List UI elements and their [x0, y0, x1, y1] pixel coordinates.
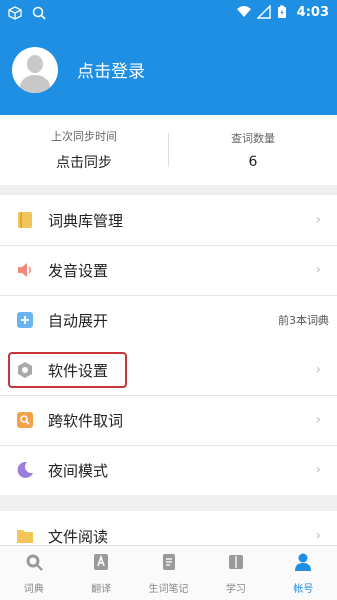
book-icon	[16, 211, 34, 229]
status-bar: 4:03	[0, 0, 337, 24]
tab-translate[interactable]: 翻译	[67, 546, 134, 600]
last-sync-cell[interactable]: 上次同步时间 点击同步	[0, 115, 168, 185]
menu-item-dictionary-library[interactable]: 词典库管理 ›	[0, 195, 337, 245]
wifi-icon	[236, 5, 251, 19]
tab-label: 生词笔记	[148, 583, 189, 595]
menu-group-dictionary: 词典库管理 › 发音设置 › 自动展开 前3本词典 ›	[0, 195, 337, 345]
chevron-right-icon: ›	[315, 362, 321, 378]
tab-notes[interactable]: 生词笔记	[135, 546, 202, 600]
search-notification-icon	[32, 5, 46, 20]
tab-dictionary[interactable]: 词典	[0, 546, 67, 600]
tab-account[interactable]: 帐号	[270, 546, 337, 600]
menu-item-label: 跨软件取词	[48, 411, 124, 430]
login-link[interactable]: 点击登录	[77, 57, 145, 82]
menu-item-label: 夜间模式	[48, 461, 109, 480]
tab-label: 学习	[225, 583, 246, 595]
search-icon	[24, 552, 44, 576]
notes-icon	[159, 552, 179, 576]
avatar[interactable]	[12, 46, 58, 93]
chevron-right-icon: ›	[315, 462, 321, 478]
menu-item-night-mode[interactable]: 夜间模式 ›	[0, 445, 337, 495]
speaker-icon	[16, 261, 34, 279]
menu-item-auto-expand[interactable]: 自动展开 前3本词典 ›	[0, 295, 337, 345]
chevron-right-icon: ›	[315, 262, 321, 278]
moon-icon	[16, 461, 34, 479]
lookup-count-value: 6	[248, 154, 258, 170]
menu-item-pronunciation[interactable]: 发音设置 ›	[0, 245, 337, 295]
bottom-tab-bar: 词典 翻译 生词笔记 学习 帐号	[0, 545, 337, 600]
tab-label: 词典	[23, 583, 44, 595]
sync-card: 上次同步时间 点击同步 查词数量 6	[0, 115, 337, 185]
lookup-count-cell: 查词数量 6	[169, 115, 337, 185]
sync-now-button[interactable]: 点击同步	[56, 152, 112, 172]
chevron-right-icon: ›	[315, 528, 321, 544]
signal-icon	[255, 4, 271, 19]
menu-item-label: 发音设置	[48, 261, 109, 280]
battery-icon	[277, 5, 291, 19]
chevron-right-icon: ›	[315, 212, 321, 228]
cube-notification-icon	[8, 5, 22, 20]
search-box-icon	[16, 411, 34, 429]
plus-box-icon	[16, 311, 34, 329]
folder-icon	[16, 527, 34, 545]
menu-item-cross-app-lookup[interactable]: 跨软件取词 ›	[0, 395, 337, 445]
tab-label: 帐号	[293, 583, 314, 595]
last-sync-label: 上次同步时间	[51, 130, 117, 143]
auto-expand-value: 前3本词典	[278, 314, 329, 327]
tab-label: 翻译	[91, 583, 112, 595]
chevron-right-icon: ›	[315, 312, 321, 328]
menu-item-label: 词典库管理	[48, 211, 124, 230]
translate-icon	[91, 552, 111, 576]
tab-study[interactable]: 学习	[202, 546, 269, 600]
lookup-count-label: 查词数量	[231, 132, 275, 145]
highlight-box	[8, 352, 127, 388]
menu-item-label: 文件阅读	[48, 527, 109, 546]
chevron-right-icon: ›	[315, 412, 321, 428]
profile-header[interactable]: 点击登录	[0, 24, 337, 115]
menu-item-label: 自动展开	[48, 311, 109, 330]
status-time: 4:03	[296, 4, 329, 20]
study-icon	[226, 552, 246, 576]
account-icon	[293, 552, 313, 576]
